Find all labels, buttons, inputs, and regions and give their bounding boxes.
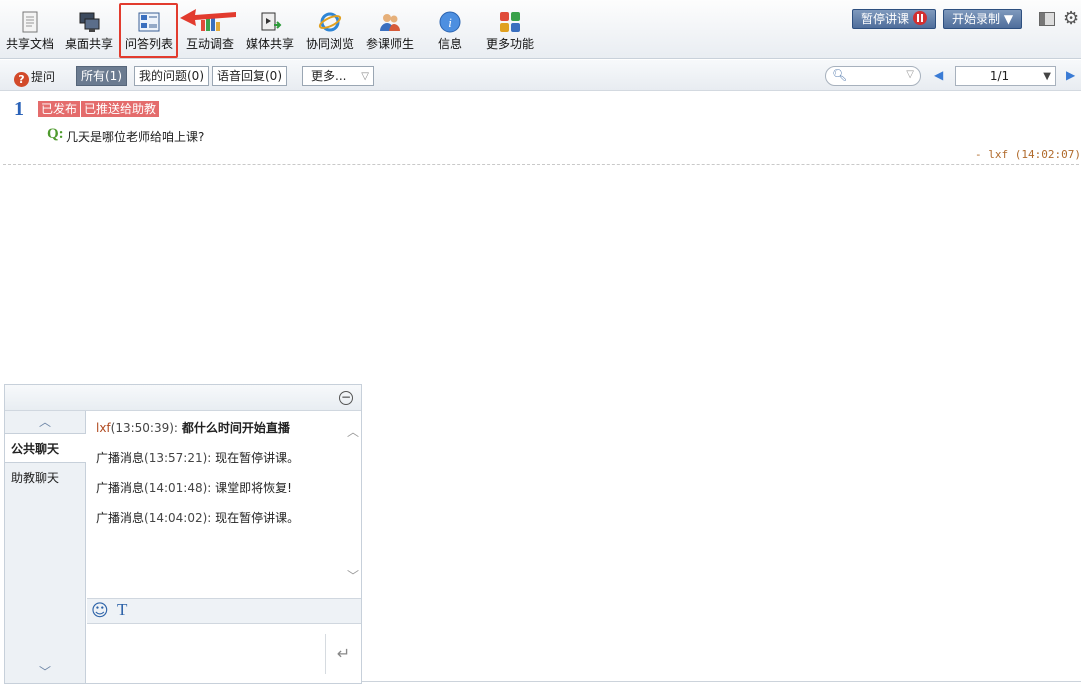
- highlight-box: [119, 3, 178, 58]
- toolbar-shared-docs[interactable]: 共享文档: [4, 6, 56, 56]
- chevron-down-icon: ▽: [361, 71, 369, 82]
- emoji-icon[interactable]: ☺: [91, 601, 109, 621]
- desktop-share-icon: [79, 12, 100, 32]
- status-badge-pushed: 已推送给助教: [81, 101, 160, 117]
- toolbar-label: 参课师生: [365, 37, 414, 51]
- svg-text:i: i: [448, 15, 452, 30]
- page-value: 1/1: [989, 69, 1010, 83]
- divider: [3, 164, 1079, 165]
- co-browse-icon: [318, 12, 342, 32]
- next-page-icon[interactable]: ▶: [1066, 68, 1075, 82]
- chat-message: lxf(13:50:39): 都什么时间开始直播: [96, 419, 290, 436]
- toolbar-label: 更多功能: [485, 37, 534, 51]
- tab-all[interactable]: 所有(1): [76, 66, 127, 86]
- chat-message: 广播消息(13:57:21): 现在暂停讲课。: [96, 449, 299, 466]
- filter-bar: ? 提问 所有(1) 我的问题(0) 语音回复(0) 更多... ▽ 🔍︎ ▽ ◀…: [0, 60, 1081, 91]
- tab-my-questions[interactable]: 我的问题(0): [134, 66, 209, 86]
- info-icon: i: [439, 11, 461, 33]
- toolbar-label: 信息: [437, 37, 462, 51]
- ask-question-button[interactable]: ? 提问: [14, 68, 55, 87]
- chat-message: 广播消息(14:01:48): 课堂即将恢复!: [96, 479, 292, 496]
- pause-lecture-label: 暂停讲课: [861, 12, 910, 26]
- pause-icon: [913, 11, 928, 25]
- more-label: 更多...: [311, 69, 347, 83]
- scroll-down-icon[interactable]: ﹀: [347, 567, 359, 584]
- message-sender: 广播消息: [96, 451, 145, 465]
- ask-label: 提问: [31, 70, 56, 84]
- more-features-icon: [500, 12, 520, 32]
- chat-scrollbar[interactable]: ︿ ﹀: [345, 411, 361, 599]
- message-text: 都什么时间开始直播: [181, 421, 290, 435]
- toolbar-media-share[interactable]: 媒体共享: [243, 6, 297, 56]
- media-share-icon: [261, 12, 282, 31]
- shared-document-icon: [22, 11, 38, 33]
- chat-toolbar: ☺ T: [87, 598, 361, 624]
- question-label: Q:: [47, 126, 64, 142]
- question-number: 1: [14, 98, 24, 120]
- tab-voice-replies[interactable]: 语音回复(0): [212, 66, 287, 86]
- send-icon[interactable]: ↵: [325, 634, 361, 674]
- message-sender: lxf: [96, 421, 111, 435]
- main-toolbar: 共享文档 桌面共享 问答列表 互动调查 媒体共享 协同浏览 参课师生 i 信息: [0, 0, 1081, 59]
- chevron-down-icon: ▼: [1043, 71, 1051, 82]
- chevron-down-icon[interactable]: ﹀: [5, 661, 85, 683]
- annotation-arrow-icon: [180, 9, 236, 26]
- chat-messages: lxf(13:50:39): 都什么时间开始直播 广播消息(13:57:21):…: [87, 411, 344, 599]
- chevron-down-icon: ▼: [1003, 12, 1014, 26]
- message-text: 课堂即将恢复!: [215, 481, 292, 495]
- message-time: (13:50:39):: [110, 421, 178, 435]
- search-icon: 🔍︎: [832, 68, 848, 82]
- chat-message: 广播消息(14:04:02): 现在暂停讲课。: [96, 509, 299, 526]
- tab-public-chat[interactable]: 公共聊天: [5, 433, 86, 463]
- chevron-down-icon: ▽: [906, 69, 914, 80]
- question-text[interactable]: 几天是哪位老师给咱上课?: [66, 128, 204, 145]
- toolbar-label: 互动调查: [185, 37, 234, 51]
- toolbar-desktop-share[interactable]: 桌面共享: [63, 6, 115, 56]
- gear-icon[interactable]: ⚙: [1063, 8, 1079, 29]
- toolbar-co-browse[interactable]: 协同浏览: [303, 6, 357, 56]
- toolbar-label: 媒体共享: [245, 37, 294, 51]
- question-author: - lxf (14:02:07): [975, 148, 1081, 161]
- chat-header: −: [5, 385, 361, 411]
- toolbar-label: 共享文档: [5, 37, 54, 51]
- toolbar-label: 协同浏览: [305, 37, 354, 51]
- question-mark-icon: ?: [14, 72, 29, 87]
- message-sender: 广播消息: [96, 481, 145, 495]
- status-badge-published: 已发布: [38, 101, 81, 117]
- chat-panel: − ︿ 公共聊天 助教聊天 ﹀ lxf(13:50:39): 都什么时间开始直播…: [4, 384, 362, 684]
- scroll-up-icon[interactable]: ︿: [347, 423, 359, 440]
- divider: [362, 681, 1081, 682]
- message-time: (14:04:02):: [144, 511, 212, 525]
- toolbar-info[interactable]: i 信息: [424, 6, 476, 56]
- message-time: (14:01:48):: [144, 481, 212, 495]
- toolbar-label: 桌面共享: [64, 37, 113, 51]
- message-text: 现在暂停讲课。: [215, 511, 300, 525]
- more-dropdown[interactable]: 更多... ▽: [302, 66, 374, 86]
- tab-assistant-chat[interactable]: 助教聊天: [5, 463, 86, 493]
- message-time: (13:57:21):: [144, 451, 212, 465]
- start-recording-label: 开始录制: [952, 12, 1001, 26]
- collapse-icon[interactable]: −: [339, 391, 353, 405]
- page-select[interactable]: 1/1 ▼: [955, 66, 1056, 86]
- search-input[interactable]: 🔍︎ ▽: [825, 66, 921, 86]
- layout-icon[interactable]: [1039, 12, 1055, 26]
- message-sender: 广播消息: [96, 511, 145, 525]
- start-recording-button[interactable]: 开始录制 ▼: [943, 9, 1023, 29]
- text-format-icon[interactable]: T: [117, 600, 127, 620]
- chat-input[interactable]: ↵: [87, 624, 361, 683]
- pause-lecture-button[interactable]: 暂停讲课: [852, 9, 937, 29]
- chat-sidebar: ︿ 公共聊天 助教聊天 ﹀: [5, 411, 86, 683]
- participants-icon: [380, 14, 400, 31]
- prev-page-icon[interactable]: ◀: [934, 68, 943, 82]
- message-text: 现在暂停讲课。: [215, 451, 300, 465]
- chevron-up-icon[interactable]: ︿: [5, 411, 85, 433]
- app-window: 共享文档 桌面共享 问答列表 互动调查 媒体共享 协同浏览 参课师生 i 信息: [0, 0, 1081, 684]
- toolbar-participants[interactable]: 参课师生: [363, 6, 417, 56]
- toolbar-more-features[interactable]: 更多功能: [483, 6, 537, 56]
